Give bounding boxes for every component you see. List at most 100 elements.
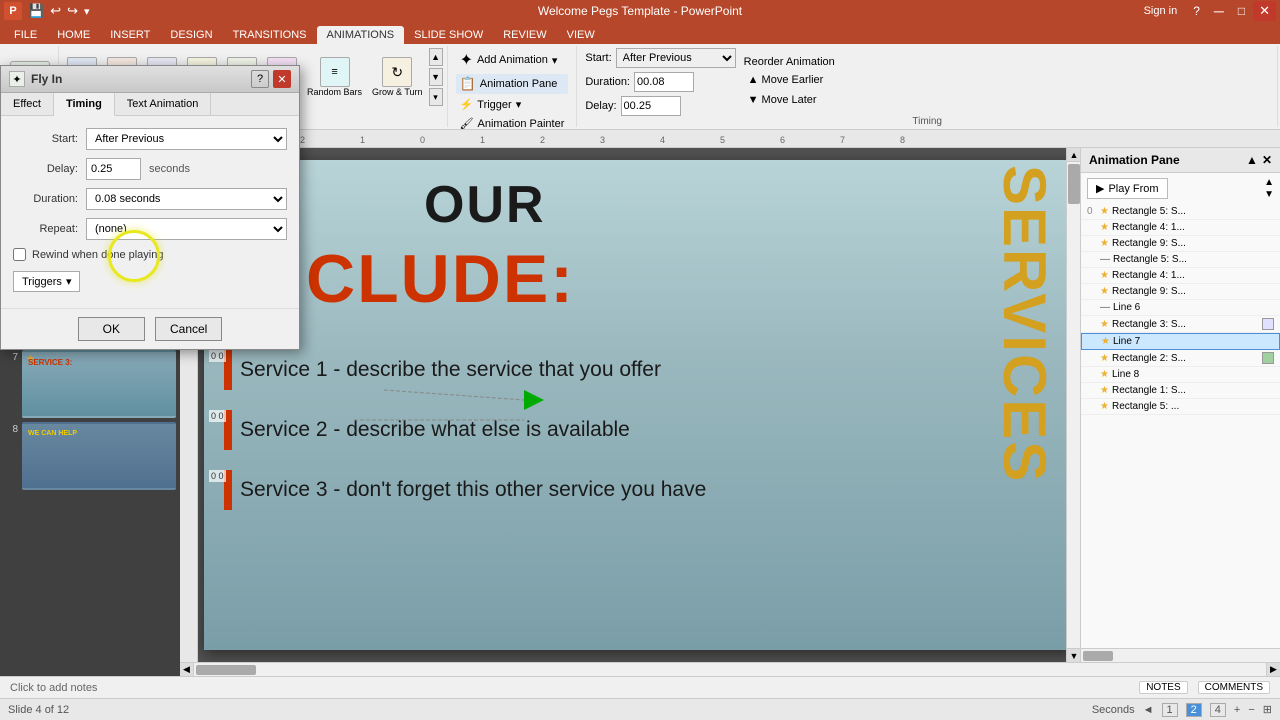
anim-item-6[interactable]: — Line 6 — [1081, 300, 1280, 316]
slide-img-7[interactable]: ★ SERVICE 3: — [22, 350, 176, 418]
page-1[interactable]: 1 — [1162, 703, 1178, 717]
anim-item-9-color — [1262, 352, 1274, 364]
anim-item-0[interactable]: 0 ★ Rectangle 5: S... — [1081, 204, 1280, 220]
tab-file[interactable]: FILE — [4, 26, 47, 44]
fit-icon[interactable]: ⊞ — [1263, 703, 1272, 716]
tab-view[interactable]: VIEW — [557, 26, 605, 44]
scrollbar-v[interactable]: ▲ ▼ — [1066, 148, 1080, 662]
slide-img-8[interactable]: WE CAN HELP — [22, 422, 176, 490]
quick-access-undo[interactable]: ↩ — [50, 3, 61, 19]
anim-item-1[interactable]: ★ Rectangle 4: 1... — [1081, 220, 1280, 236]
scroll-left-btn[interactable]: ◀ — [180, 663, 194, 677]
slide-thumb-8[interactable]: 8 WE CAN HELP — [4, 422, 176, 490]
anim-item-2[interactable]: ★ Rectangle 9: S... — [1081, 236, 1280, 252]
slide-thumb-7[interactable]: 7 ★ SERVICE 3: — [4, 350, 176, 418]
anim-scroll-thumb-h[interactable] — [1083, 651, 1113, 661]
triggers-label: Triggers — [22, 276, 62, 288]
tab-insert[interactable]: INSERT — [100, 26, 160, 44]
slide-canvas[interactable]: OUR SERVICES INCLUDE: Service 1 - descri… — [204, 160, 1074, 650]
anim-scroll-up-btn[interactable]: ▲ — [429, 48, 443, 66]
dialog-fly-in-icon: ✦ — [9, 71, 25, 87]
anim-sort-up-btn[interactable]: ▲ — [1264, 177, 1274, 188]
anim-item-9[interactable]: ★ Rectangle 2: S... — [1081, 350, 1280, 367]
slide-we-can-help: WE CAN HELP — [28, 430, 77, 437]
play-from-btn[interactable]: ▶ Play From — [1087, 178, 1168, 199]
notes-btn[interactable]: NOTES — [1139, 681, 1187, 694]
dialog-tab-text-anim[interactable]: Text Animation — [115, 93, 212, 115]
close-btn[interactable]: ✕ — [1253, 1, 1276, 21]
reorder-label: Reorder Animation — [744, 56, 835, 68]
anim-list[interactable]: 0 ★ Rectangle 5: S... ★ Rectangle 4: 1..… — [1081, 204, 1280, 648]
tab-transitions[interactable]: TRANSITIONS — [223, 26, 317, 44]
anim-item-3[interactable]: — Rectangle 5: S... — [1081, 252, 1280, 268]
click-to-add-notes[interactable]: Click to add notes — [10, 682, 1129, 694]
anim-item-12-star: ★ — [1100, 401, 1109, 412]
dialog-tab-timing[interactable]: Timing — [54, 93, 115, 116]
tab-home[interactable]: HOME — [47, 26, 100, 44]
anim-pane-scrollbar-h[interactable] — [1081, 648, 1280, 662]
dialog-cancel-btn[interactable]: Cancel — [155, 317, 222, 341]
anim-pane-btn[interactable]: 📋 Animation Pane — [456, 74, 569, 94]
anim-item-8-label: Line 7 — [1113, 336, 1140, 347]
dialog-tabs: Effect Timing Text Animation — [1, 93, 299, 116]
tab-animations[interactable]: ANIMATIONS — [317, 26, 405, 44]
dialog-close-btn[interactable]: ✕ — [273, 70, 291, 88]
dialog-delay-input[interactable] — [86, 158, 141, 180]
scroll-down-btn[interactable]: ▼ — [1067, 648, 1080, 662]
anim-item-8[interactable]: ★ Line 7 — [1081, 333, 1280, 350]
slide-area[interactable]: OUR SERVICES INCLUDE: Service 1 - descri… — [198, 148, 1080, 662]
delay-input[interactable] — [621, 96, 681, 116]
tab-design[interactable]: DESIGN — [160, 26, 222, 44]
help-btn[interactable]: ? — [1187, 2, 1206, 20]
anim-pane-close-btn[interactable]: ✕ — [1262, 153, 1272, 167]
anim-grow-turn-btn[interactable]: ↻ Grow & Turn — [368, 55, 427, 99]
anim-sort-down-btn[interactable]: ▼ — [1264, 189, 1274, 200]
tab-slideshow[interactable]: SLIDE SHOW — [404, 26, 493, 44]
anim-item-10[interactable]: ★ Line 8 — [1081, 367, 1280, 383]
scrollbar-h[interactable]: ◀ ▶ — [180, 662, 1280, 676]
anim-item-5[interactable]: ★ Rectangle 9: S... — [1081, 284, 1280, 300]
quick-access-customize[interactable]: ▾ — [84, 5, 90, 18]
tab-review[interactable]: REVIEW — [493, 26, 556, 44]
dialog-rewind-check[interactable] — [13, 248, 26, 261]
add-animation-chevron: ▾ — [552, 54, 558, 67]
scroll-thumb-v[interactable] — [1068, 164, 1080, 204]
page-2[interactable]: 2 — [1186, 703, 1202, 717]
add-animation-btn[interactable]: ✦ Add Animation ▾ — [456, 48, 569, 72]
quick-access-redo[interactable]: ↪ — [67, 3, 78, 19]
anim-scroll-down-btn[interactable]: ▼ — [429, 68, 443, 86]
scroll-up-btn[interactable]: ▲ — [1067, 148, 1080, 162]
anim-item-10-star: ★ — [1100, 369, 1109, 380]
dialog-tab-effect[interactable]: Effect — [1, 93, 54, 115]
dialog-triggers-btn[interactable]: Triggers ▾ — [13, 271, 80, 292]
quick-access-save[interactable]: 💾 — [28, 3, 44, 19]
anim-item-7[interactable]: ★ Rectangle 3: S... — [1081, 316, 1280, 333]
trigger-btn[interactable]: ⚡ Trigger ▾ — [456, 96, 569, 113]
dialog-help-btn[interactable]: ? — [251, 70, 269, 88]
page-nav-left[interactable]: ◄ — [1143, 704, 1154, 716]
sign-in[interactable]: Sign in — [1136, 5, 1186, 17]
anim-item-11[interactable]: ★ Rectangle 1: S... — [1081, 383, 1280, 399]
dialog-duration-select[interactable]: 0.08 seconds 0.5 seconds 1 second — [86, 188, 287, 210]
dialog-start-select[interactable]: After Previous On Click With Previous — [86, 128, 287, 150]
dialog-repeat-select[interactable]: (none) 2 3 — [86, 218, 287, 240]
anim-scroll-more-btn[interactable]: ▾ — [429, 88, 443, 106]
page-3[interactable]: 4 — [1210, 703, 1226, 717]
start-select[interactable]: After Previous On Click With Previous — [616, 48, 736, 68]
move-earlier-btn[interactable]: ▲ Move Earlier — [744, 72, 835, 88]
anim-random-bars-btn[interactable]: ≡ Random Bars — [303, 55, 366, 99]
anim-item-4[interactable]: ★ Rectangle 4: 1... — [1081, 268, 1280, 284]
maximize-btn[interactable]: □ — [1232, 2, 1251, 20]
zoom-out-icon[interactable]: − — [1248, 704, 1254, 716]
zoom-in-icon[interactable]: + — [1234, 704, 1240, 716]
service-3-text: Service 3 - don't forget this other serv… — [240, 478, 706, 502]
minimize-btn[interactable]: ─ — [1208, 1, 1230, 21]
scroll-thumb-h[interactable] — [196, 665, 256, 675]
dialog-ok-btn[interactable]: OK — [78, 317, 145, 341]
anim-item-12[interactable]: ★ Rectangle 5: ... — [1081, 399, 1280, 415]
scroll-right-btn[interactable]: ▶ — [1266, 663, 1280, 677]
anim-pane-collapse-btn[interactable]: ▲ — [1246, 153, 1258, 167]
comments-btn[interactable]: COMMENTS — [1198, 681, 1270, 694]
duration-input[interactable] — [634, 72, 694, 92]
move-later-btn[interactable]: ▼ Move Later — [744, 92, 835, 108]
